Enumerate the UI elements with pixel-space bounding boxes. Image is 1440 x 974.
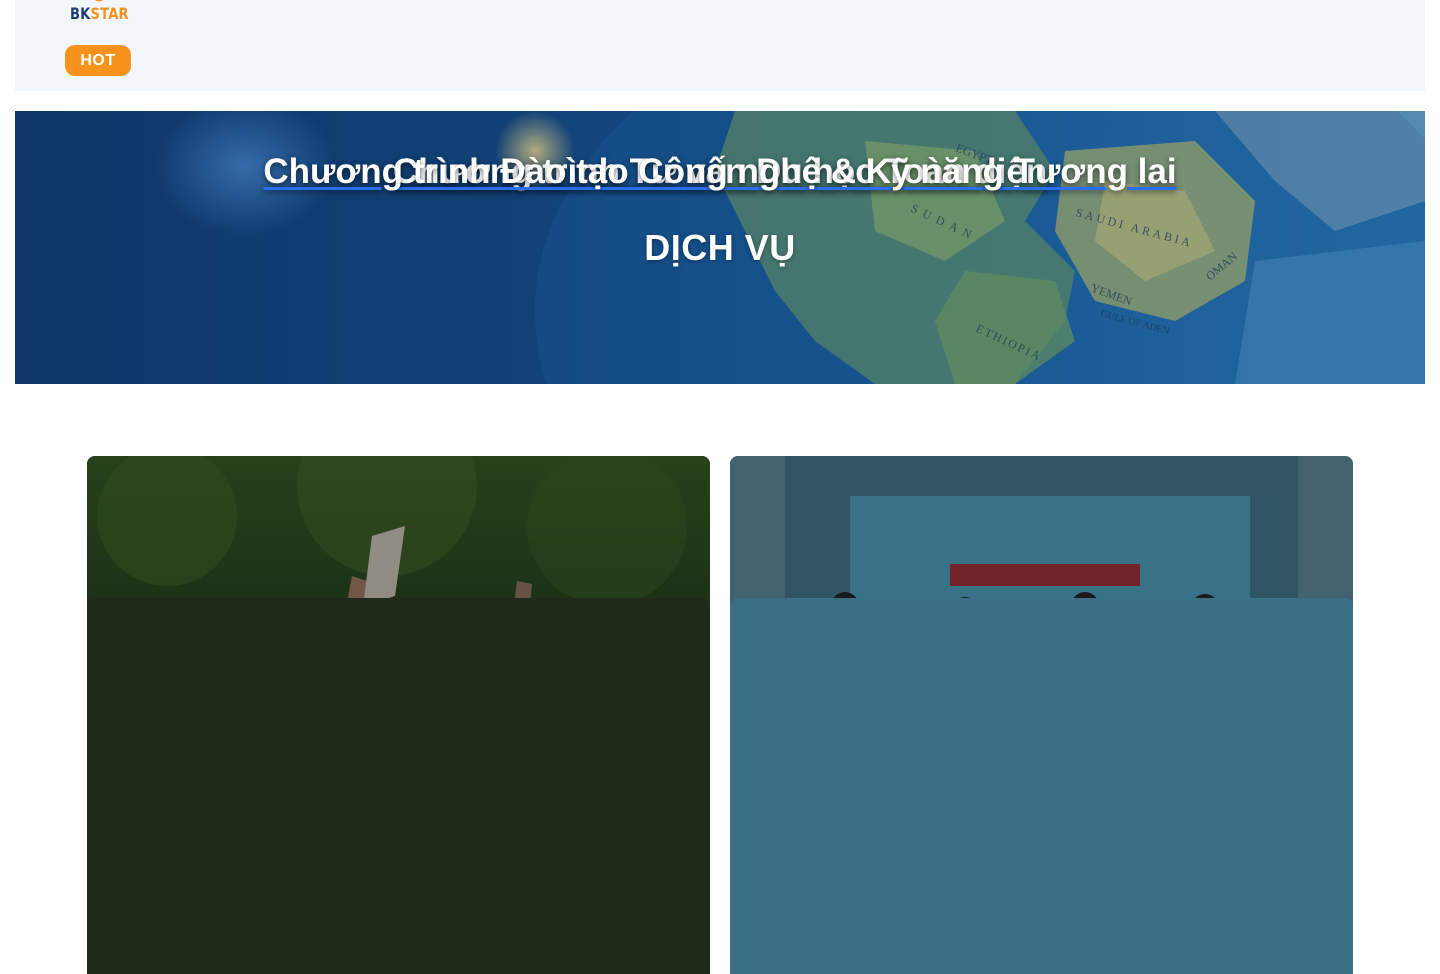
service-card-title: Chương trình Đào tạo Công nghệ & Kỹ năng… — [0, 142, 1440, 974]
logo-text-star: STAR — [90, 4, 129, 23]
service-card-study-abroad[interactable] — [87, 598, 710, 974]
logo-text-bk: BK — [70, 4, 91, 23]
bkstar-logo[interactable]: BKSTAR — [70, 0, 140, 24]
site-header: BKSTAR HOT — [15, 0, 1425, 91]
hot-button[interactable]: HOT — [65, 45, 131, 76]
service-card-tech-training[interactable] — [730, 598, 1353, 974]
service-link-tech-training[interactable]: Chương trình Đào tạo Công nghệ & Kỹ năng… — [263, 152, 1176, 191]
logo-wordmark: BKSTAR — [70, 4, 129, 23]
